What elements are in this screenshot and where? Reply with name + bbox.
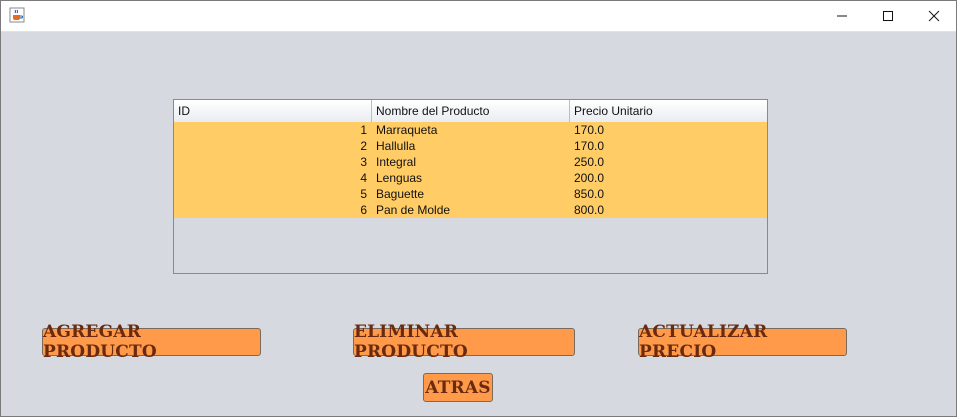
cell-id[interactable]: 3 [174, 154, 372, 170]
cell-id[interactable]: 1 [174, 122, 372, 138]
table-row[interactable]: 4 Lenguas 200.0 [174, 170, 767, 186]
back-button[interactable]: ATRAS [423, 373, 493, 402]
table-row[interactable]: 2 Hallulla 170.0 [174, 138, 767, 154]
cell-price[interactable]: 200.0 [570, 170, 767, 186]
cell-name[interactable]: Baguette [372, 186, 570, 202]
column-header-name[interactable]: Nombre del Producto [372, 100, 570, 122]
delete-product-button[interactable]: ELIMINAR PRODUCTO [353, 322, 575, 362]
table-body: 1 Marraqueta 170.0 2 Hallulla 170.0 3 In… [174, 122, 767, 218]
cell-price[interactable]: 170.0 [570, 122, 767, 138]
cell-price[interactable]: 800.0 [570, 202, 767, 218]
minimize-icon [837, 15, 847, 17]
cell-price[interactable]: 170.0 [570, 138, 767, 154]
products-table[interactable]: ID Nombre del Producto Precio Unitario 1… [173, 99, 768, 274]
add-product-button[interactable]: AGREGAR PRODUCTO [42, 322, 261, 362]
cell-price[interactable]: 850.0 [570, 186, 767, 202]
cell-name[interactable]: Lenguas [372, 170, 570, 186]
update-price-button[interactable]: ACTUALIZAR PRECIO [638, 322, 847, 362]
close-icon [928, 10, 940, 22]
table-row[interactable]: 3 Integral 250.0 [174, 154, 767, 170]
close-button[interactable] [911, 1, 957, 31]
maximize-icon [883, 11, 893, 21]
column-header-id[interactable]: ID [174, 100, 372, 122]
app-window: ID Nombre del Producto Precio Unitario 1… [0, 0, 957, 417]
table-row[interactable]: 6 Pan de Molde 800.0 [174, 202, 767, 218]
table-row[interactable]: 5 Baguette 850.0 [174, 186, 767, 202]
maximize-button[interactable] [865, 1, 911, 31]
minimize-button[interactable] [819, 1, 865, 31]
title-bar[interactable] [1, 1, 956, 32]
cell-price[interactable]: 250.0 [570, 154, 767, 170]
cell-name[interactable]: Hallulla [372, 138, 570, 154]
table-row[interactable]: 1 Marraqueta 170.0 [174, 122, 767, 138]
java-coffee-icon[interactable] [9, 7, 25, 23]
cell-id[interactable]: 4 [174, 170, 372, 186]
cell-name[interactable]: Integral [372, 154, 570, 170]
cell-id[interactable]: 6 [174, 202, 372, 218]
table-header: ID Nombre del Producto Precio Unitario [174, 100, 767, 123]
cell-id[interactable]: 2 [174, 138, 372, 154]
cell-id[interactable]: 5 [174, 186, 372, 202]
column-header-price[interactable]: Precio Unitario [570, 100, 767, 122]
cell-name[interactable]: Pan de Molde [372, 202, 570, 218]
cell-name[interactable]: Marraqueta [372, 122, 570, 138]
